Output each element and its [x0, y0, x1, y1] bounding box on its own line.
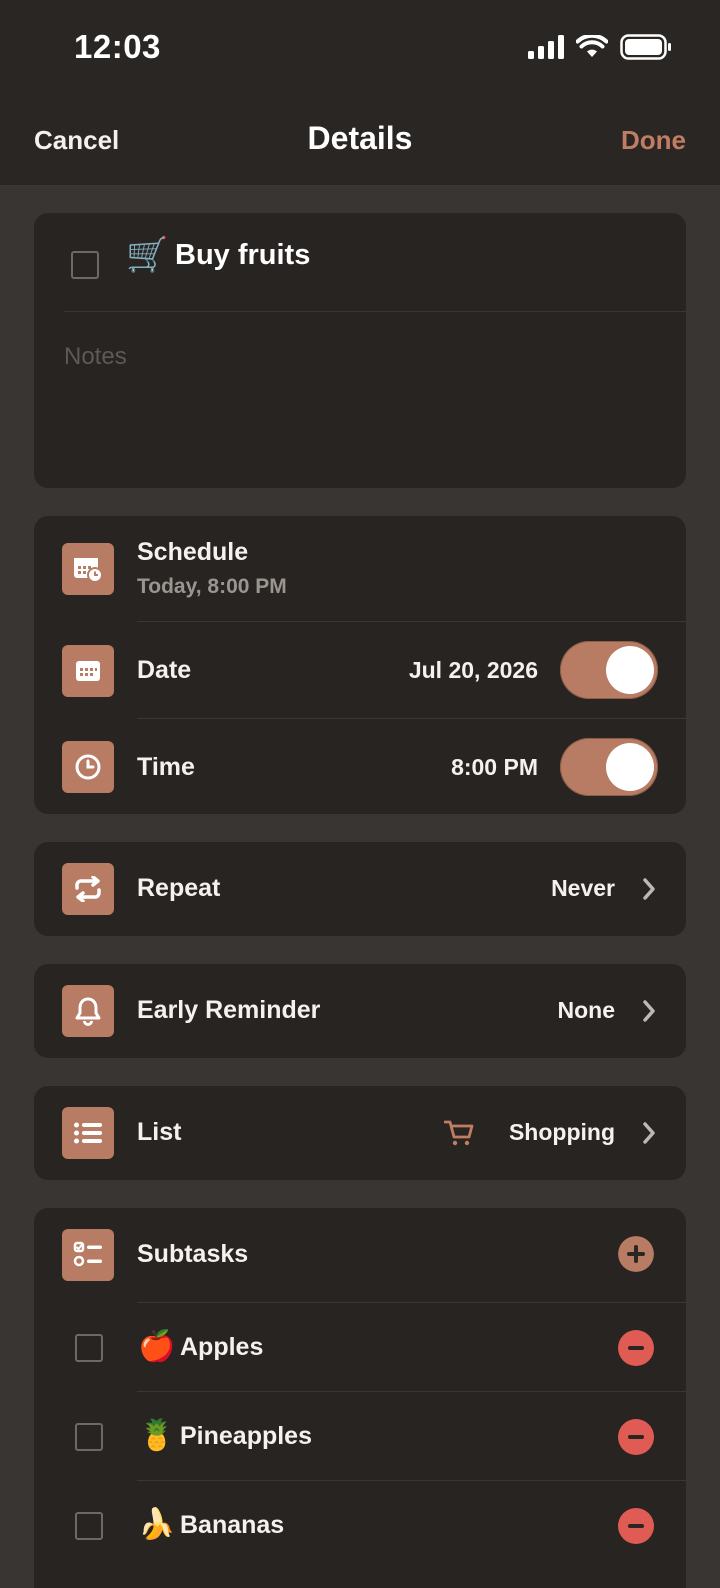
- subtask-checkbox[interactable]: [75, 1512, 103, 1540]
- subtask-label[interactable]: Pineapples: [180, 1422, 312, 1451]
- subtasks-card: Subtasks 🍎 Apples 🍍 Pineapples 🍌 Bananas: [34, 1208, 686, 1588]
- subtask-checkbox[interactable]: [75, 1423, 103, 1451]
- divider: [137, 1480, 686, 1481]
- subtask-emoji: 🍎: [138, 1330, 176, 1363]
- status-icons: [528, 34, 672, 60]
- repeat-row[interactable]: Repeat Never: [34, 842, 686, 936]
- divider: [137, 1302, 686, 1303]
- task-title-field[interactable]: Buy fruits: [175, 239, 310, 272]
- schedule-card: Schedule Today, 8:00 PM Date Jul 20, 202…: [34, 516, 686, 814]
- divider: [137, 718, 686, 719]
- date-label: Date: [137, 656, 192, 684]
- subtask-emoji: 🍍: [138, 1419, 176, 1452]
- divider: [137, 1391, 686, 1392]
- subtasks-label: Subtasks: [137, 1240, 249, 1268]
- subtask-label[interactable]: Bananas: [180, 1511, 284, 1540]
- schedule-label: Schedule: [137, 538, 249, 566]
- done-button[interactable]: Done: [621, 125, 686, 156]
- signal-icon: [528, 35, 564, 59]
- time-value[interactable]: 8:00 PM: [451, 754, 538, 781]
- clock-icon: [62, 741, 114, 793]
- subtask-emoji: 🍌: [138, 1508, 176, 1541]
- time-toggle[interactable]: [560, 738, 658, 796]
- early-reminder-row[interactable]: Early Reminder None: [34, 964, 686, 1058]
- calendar-clock-icon: [62, 543, 114, 595]
- page-title: Details: [307, 120, 413, 156]
- chevron-right-icon: [643, 1122, 655, 1144]
- schedule-summary: Today, 8:00 PM: [137, 575, 287, 598]
- battery-icon: [620, 34, 671, 60]
- early-reminder-label: Early Reminder: [137, 996, 321, 1024]
- list-value: Shopping: [508, 1119, 615, 1145]
- date-value[interactable]: Jul 20, 2026: [409, 657, 538, 684]
- remove-subtask-button[interactable]: [618, 1508, 654, 1544]
- cart-icon: [444, 1120, 474, 1146]
- navigation-bar: Cancel Details Done: [0, 95, 720, 186]
- divider: [137, 621, 686, 622]
- status-bar: 12:03: [0, 0, 720, 95]
- chevron-right-icon: [643, 1000, 655, 1022]
- divider: [64, 311, 686, 312]
- subtask-checkbox[interactable]: [75, 1334, 103, 1362]
- checklist-icon: [62, 1229, 114, 1281]
- remove-subtask-button[interactable]: [618, 1419, 654, 1455]
- subtask-label[interactable]: Apples: [180, 1333, 263, 1362]
- add-subtask-button[interactable]: [618, 1236, 654, 1272]
- repeat-label: Repeat: [137, 874, 221, 902]
- task-card: 🛒 Buy fruits Notes: [34, 213, 686, 488]
- remove-subtask-button[interactable]: [618, 1330, 654, 1366]
- wifi-icon: [576, 35, 608, 57]
- list-row[interactable]: List Shopping: [34, 1086, 686, 1180]
- toggle-knob: [606, 646, 654, 694]
- task-complete-checkbox[interactable]: [71, 251, 99, 279]
- date-toggle[interactable]: [560, 641, 658, 699]
- list-label: List: [137, 1118, 182, 1146]
- time-label: Time: [137, 753, 195, 781]
- notes-field[interactable]: Notes: [64, 343, 127, 371]
- toggle-knob: [606, 743, 654, 791]
- calendar-icon: [62, 645, 114, 697]
- bell-icon: [62, 985, 114, 1037]
- task-emoji: 🛒: [126, 236, 169, 274]
- list-bullet-icon: [62, 1107, 114, 1159]
- status-time: 12:03: [74, 28, 161, 65]
- repeat-value: Never: [551, 875, 615, 901]
- chevron-right-icon: [643, 878, 655, 900]
- early-reminder-value: None: [557, 997, 616, 1023]
- repeat-icon: [62, 863, 114, 915]
